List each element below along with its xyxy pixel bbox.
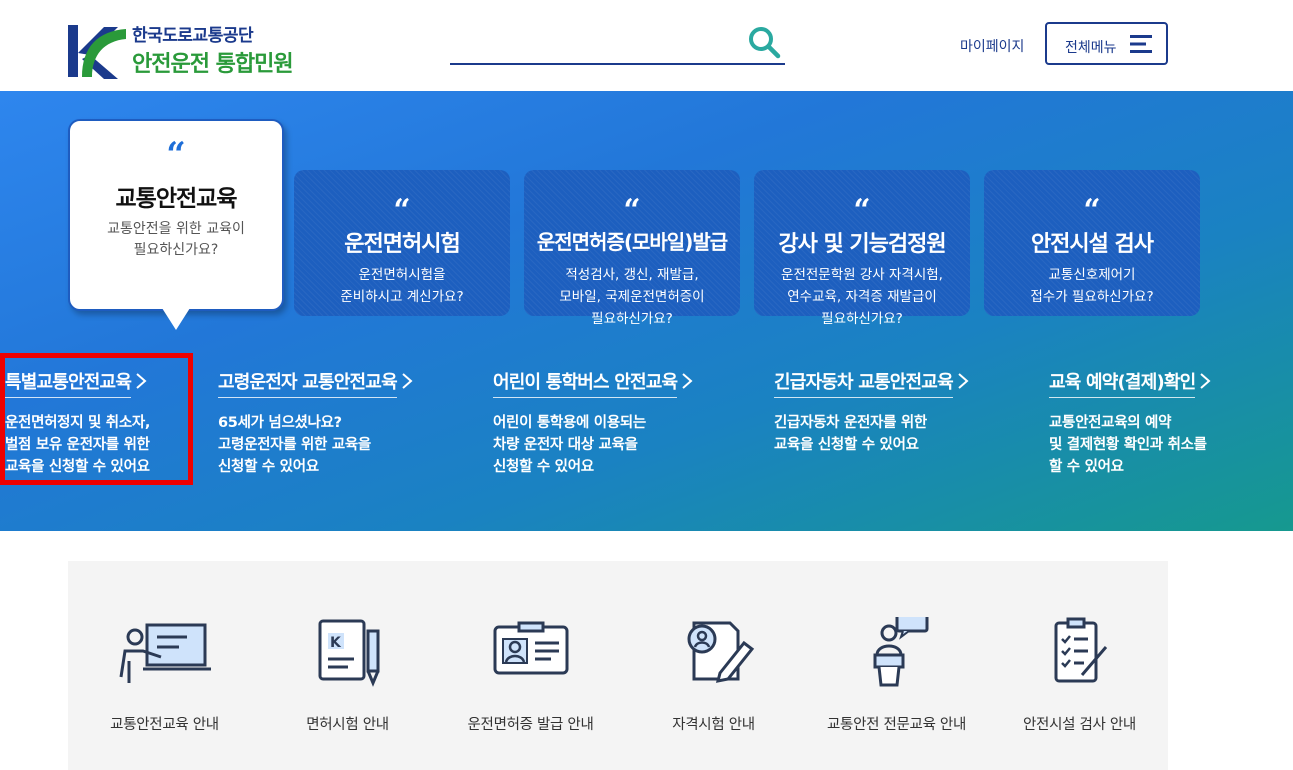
link-desc: 65세가 넘으셨나요? 고령운전자를 위한 교육을 신청할 수 있어요 [218, 415, 371, 475]
service-traffic-education-guide[interactable]: 교통안전교육 안내 [73, 561, 256, 770]
card-desc: 운전전문학원 강사 자격시험, 연수교육, 자격증 재발급이 필요하신가요? [781, 267, 943, 327]
search-bar [450, 24, 785, 65]
highlight-box [0, 353, 193, 485]
card-desc: 적성검사, 갱신, 재발급, 모바일, 국제운전면허증이 필요하신가요? [559, 267, 705, 327]
service-label: 안전시설 검사 안내 [1023, 717, 1136, 733]
hero-section: “ 교통안전교육 교통안전을 위한 교육이 필요하신가요? “ 운전면허시험 운… [0, 91, 1293, 531]
service-label: 교통안전교육 안내 [110, 717, 219, 733]
id-card-icon [493, 621, 568, 675]
checklist-icon [1054, 617, 1107, 683]
link-elderly-driver-education[interactable]: 고령운전자 교통안전교육 65세가 넘으셨나요? 고령운전자를 위한 교육을 신… [218, 368, 413, 478]
koroad-logo-icon [68, 25, 126, 79]
service-label: 자격시험 안내 [672, 717, 755, 733]
link-reservation-check[interactable]: 교육 예약(결제)확인 교통안전교육의 예약 및 결제현황 확인과 취소를 할 … [1049, 368, 1211, 478]
service-safety-facility-inspection-guide[interactable]: 안전시설 검사 안내 [988, 561, 1171, 770]
chevron-right-icon [1200, 373, 1211, 389]
featured-card-desc-text: 교통안전을 위한 교육이 필요하신가요? [107, 221, 245, 258]
search-input[interactable] [450, 24, 740, 62]
svg-text:K: K [330, 635, 342, 651]
service-qualification-exam-guide[interactable]: 자격시험 안내 [622, 561, 805, 770]
link-school-bus-education[interactable]: 어린이 통학버스 안전교육 어린이 통학용에 이용되는 차량 운전자 대상 교육… [493, 368, 693, 478]
mypage-link[interactable]: 마이페이지 [960, 36, 1024, 56]
license-book-icon: K [318, 619, 379, 687]
card-driving-license-test[interactable]: “ 운전면허시험 운전면허시험을 준비하시고 계신가요? [294, 170, 510, 316]
link-desc: 긴급자동차 운전자를 위한 교육을 신청할 수 있어요 [774, 415, 927, 453]
quote-icon: “ [623, 193, 641, 228]
service-license-issuance-guide[interactable]: 운전면허증 발급 안내 [439, 561, 622, 770]
site-header: 한국도로교통공단 안전운전 통합민원 마이페이지 전체메뉴 [0, 0, 1293, 91]
service-label: 면허시험 안내 [306, 717, 389, 733]
card-license-issuance[interactable]: “ 운전면허증(모바일)발급 적성검사, 갱신, 재발급, 모바일, 국제운전면… [524, 170, 740, 327]
search-icon[interactable] [747, 25, 781, 59]
quote-icon: “ [393, 193, 411, 228]
full-menu-button[interactable]: 전체메뉴 [1045, 22, 1168, 65]
card-title: 안전시설 검사 [1030, 232, 1154, 257]
service-professional-education-guide[interactable]: 교통안전 전문교육 안내 [805, 561, 988, 770]
link-emergency-vehicle-education[interactable]: 긴급자동차 교통안전교육 긴급자동차 운전자를 위한 교육을 신청할 수 있어요 [774, 368, 969, 456]
card-desc: 교통신호제어기 접수가 필요하신가요? [1030, 267, 1154, 305]
service-label: 운전면허증 발급 안내 [467, 717, 594, 733]
service-license-test-guide[interactable]: K 면허시험 안내 [256, 561, 439, 770]
card-title: 운전면허증(모바일)발급 [536, 230, 728, 254]
featured-card-desc: 교통안전을 위한 교육이 필요하신가요? [70, 219, 282, 261]
link-title[interactable]: 긴급자동차 교통안전교육 [774, 368, 954, 398]
chevron-right-icon [958, 373, 969, 389]
quote-icon: “ [166, 135, 186, 175]
quote-icon: “ [853, 193, 871, 228]
full-menu-label: 전체메뉴 [1065, 40, 1117, 56]
card-safety-facility-inspection[interactable]: “ 안전시설 검사 교통신호제어기 접수가 필요하신가요? [984, 170, 1200, 316]
card-desc: 운전면허시험을 준비하시고 계신가요? [340, 267, 464, 305]
speaker-podium-icon [873, 617, 928, 687]
service-guide-panel: 교통안전교육 안내 K 면허시험 안내 운전면허증 발급 안내 자격시험 안내 … [68, 561, 1168, 770]
featured-card-traffic-safety-education[interactable]: “ 교통안전교육 교통안전을 위한 교육이 필요하신가요? [68, 119, 284, 311]
org-name: 한국도로교통공단 [132, 26, 254, 46]
exam-document-icon [687, 621, 754, 683]
featured-card-title: 교통안전교육 [115, 186, 238, 212]
speech-bubble-tail [162, 308, 190, 330]
quote-icon: “ [1083, 193, 1101, 228]
card-instructor-examiner[interactable]: “ 강사 및 기능검정원 운전전문학원 강사 자격시험, 연수교육, 자격증 재… [754, 170, 970, 327]
link-desc: 어린이 통학용에 이용되는 차량 운전자 대상 교육을 신청할 수 있어요 [493, 415, 646, 475]
chevron-right-icon [402, 373, 413, 389]
card-title: 운전면허시험 [344, 232, 460, 257]
card-title: 강사 및 기능검정원 [778, 232, 946, 257]
site-logo[interactable]: 한국도로교통공단 안전운전 통합민원 [68, 21, 328, 79]
site-name: 안전운전 통합민원 [132, 52, 294, 77]
lecture-icon [119, 623, 211, 683]
hamburger-icon [1130, 35, 1152, 53]
link-title[interactable]: 고령운전자 교통안전교육 [218, 368, 398, 398]
service-label: 교통안전 전문교육 안내 [826, 717, 967, 733]
chevron-right-icon [682, 373, 693, 389]
link-title[interactable]: 교육 예약(결제)확인 [1049, 368, 1196, 398]
link-title[interactable]: 어린이 통학버스 안전교육 [493, 368, 678, 398]
link-desc: 교통안전교육의 예약 및 결제현황 확인과 취소를 할 수 있어요 [1049, 415, 1207, 475]
